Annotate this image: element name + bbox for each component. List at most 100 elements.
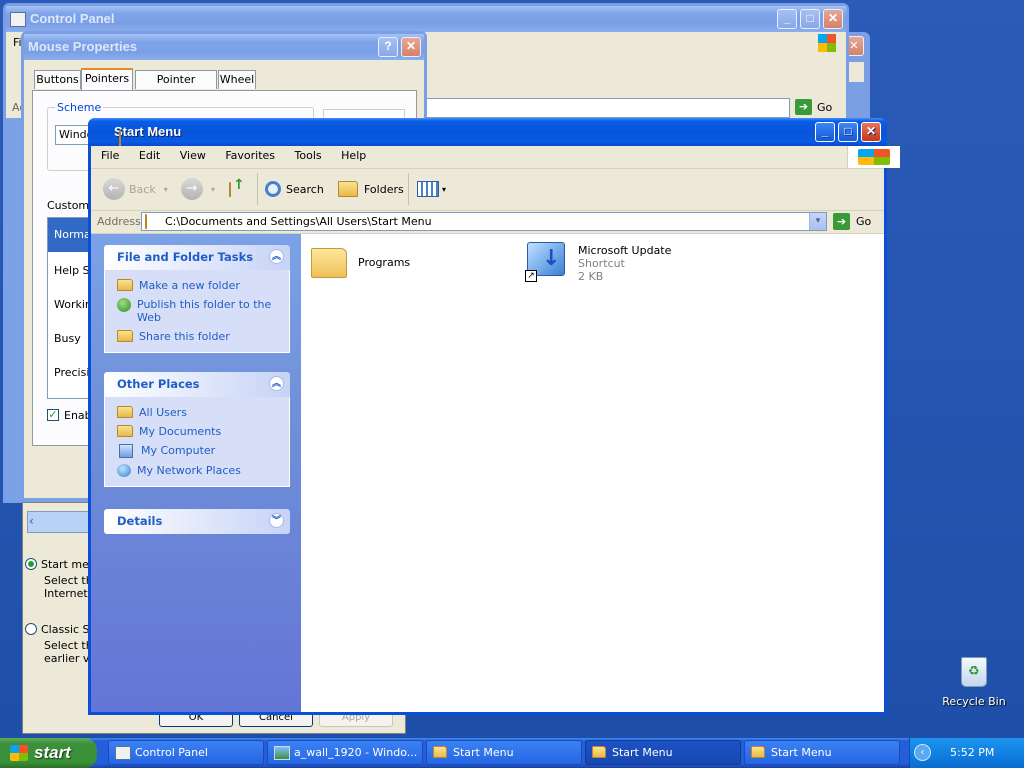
go-label[interactable]: Go <box>817 101 832 114</box>
panel-body: All Users My Documents My Computer My Ne… <box>104 397 290 487</box>
show-hidden-icons-chevron[interactable]: ‹ <box>914 744 931 761</box>
folder-icon <box>145 214 147 229</box>
close-button[interactable]: ✕ <box>861 122 881 142</box>
pointer-item-working[interactable]: Workin <box>54 288 92 322</box>
folder-icon <box>117 406 133 418</box>
toolbar-separator <box>257 173 258 205</box>
close-button[interactable]: ✕ <box>401 37 421 57</box>
minimize-button[interactable]: _ <box>815 122 835 142</box>
mouse-properties-titlebar[interactable]: Mouse Properties ? ✕ <box>24 34 424 60</box>
computer-icon <box>119 444 133 458</box>
panel-header[interactable]: File and Folder Tasks ︽ <box>104 245 290 270</box>
tab-pointer-options[interactable]: Pointer Options <box>135 70 217 104</box>
task-publish-web[interactable]: Publish this folder to the Web <box>117 295 279 327</box>
pointer-item-label: Workin <box>54 298 92 311</box>
task-label: Share this folder <box>139 330 230 343</box>
clock[interactable]: 5:52 PM <box>950 746 994 759</box>
views-icon <box>417 181 439 197</box>
minimize-button[interactable]: _ <box>777 9 797 29</box>
taskbar-button-label: Control Panel <box>135 746 208 759</box>
search-button[interactable]: Search <box>261 174 328 204</box>
tab-pointers[interactable]: Pointers <box>81 68 133 90</box>
place-my-documents[interactable]: My Documents <box>117 422 279 441</box>
menu-view[interactable]: View <box>172 146 214 166</box>
views-button[interactable]: ▾ <box>413 174 450 204</box>
recycle-bin-label: Recycle Bin <box>942 695 1006 708</box>
menu-tools[interactable]: Tools <box>287 146 330 166</box>
taskbar-button-start-menu-3[interactable]: Start Menu <box>744 740 900 765</box>
folder-icon <box>433 746 447 758</box>
folder-icon <box>751 746 765 758</box>
toolbar-separator <box>408 173 409 205</box>
explorer-titlebar[interactable]: Start Menu _ □ ✕ <box>88 118 887 147</box>
maximize-button[interactable]: □ <box>800 9 820 29</box>
file-item-programs[interactable]: Programs <box>309 242 509 284</box>
go-arrow-icon[interactable]: ➔ <box>833 213 850 230</box>
scroll-strip[interactable] <box>27 511 89 533</box>
folder-icon <box>119 130 121 147</box>
menu-help[interactable]: Help <box>333 146 374 166</box>
start-button[interactable]: start <box>0 738 97 768</box>
task-make-new-folder[interactable]: Make a new folder <box>117 276 279 295</box>
back-button[interactable]: ← Back ▾ <box>99 174 172 204</box>
back-arrow-icon: ← <box>103 178 125 200</box>
folder-icon <box>592 746 606 758</box>
file-item-microsoft-update[interactable]: ↓ ↗ Microsoft Update Shortcut 2 KB <box>523 238 743 288</box>
task-share-folder[interactable]: Share this folder <box>117 327 279 346</box>
start-label: start <box>34 743 71 762</box>
panel-header[interactable]: Details ︾ <box>104 509 290 534</box>
folders-icon <box>338 181 358 197</box>
radio-classic[interactable] <box>25 623 37 635</box>
panel-body: Make a new folder Publish this folder to… <box>104 270 290 353</box>
menu-favorites[interactable]: Favorites <box>217 146 283 166</box>
radio-start-menu[interactable] <box>25 558 37 570</box>
taskbar-button-label: Start Menu <box>453 746 514 759</box>
task-label: Make a new folder <box>139 279 240 292</box>
taskbar-button-start-menu-1[interactable]: Start Menu <box>426 740 582 765</box>
address-value: C:\Documents and Settings\All Users\Star… <box>165 215 432 228</box>
taskbar-button-control-panel[interactable]: Control Panel <box>108 740 264 765</box>
maximize-button[interactable]: □ <box>838 122 858 142</box>
taskbar-button-picture-viewer[interactable]: a_wall_1920 - Windo... <box>267 740 423 765</box>
help-button[interactable]: ? <box>378 37 398 57</box>
folders-label: Folders <box>364 182 404 196</box>
up-folder-button[interactable]: ↑ <box>227 177 251 201</box>
go-label[interactable]: Go <box>856 215 871 228</box>
address-input[interactable]: C:\Documents and Settings\All Users\Star… <box>141 212 827 231</box>
new-folder-icon <box>117 279 133 291</box>
menu-edit[interactable]: Edit <box>131 146 168 166</box>
enable-shadow-checkbox[interactable]: ✓ <box>47 409 59 421</box>
expand-chevron-icon[interactable]: ︾ <box>269 513 284 528</box>
search-icon <box>265 181 281 197</box>
menu-file[interactable]: File <box>91 146 127 166</box>
folders-button[interactable]: Folders <box>334 174 408 204</box>
collapse-chevron-icon[interactable]: ︽ <box>269 249 284 264</box>
address-dropdown-button[interactable]: ▾ <box>809 213 826 230</box>
address-input[interactable] <box>426 98 790 118</box>
place-my-network[interactable]: My Network Places <box>117 461 279 480</box>
forward-button[interactable]: → ▾ <box>177 174 219 204</box>
place-label: My Network Places <box>137 464 241 477</box>
recycle-bin-icon: ♻ <box>961 657 987 687</box>
close-button[interactable]: ✕ <box>823 9 843 29</box>
taskbar-button-start-menu-2[interactable]: Start Menu <box>585 740 741 765</box>
scheme-label: Scheme <box>55 101 104 114</box>
tab-wheel[interactable]: Wheel <box>218 70 256 89</box>
control-panel-titlebar[interactable]: Control Panel _ □ ✕ <box>6 6 846 32</box>
tab-buttons[interactable]: Buttons <box>34 70 81 89</box>
go-arrow-icon[interactable]: ➔ <box>795 99 812 115</box>
file-type: Shortcut <box>578 257 625 270</box>
scroll-left-icon[interactable]: ‹ <box>29 514 34 528</box>
recycle-bin-desktop-icon[interactable]: ♻ Recycle Bin <box>938 655 1010 711</box>
search-label: Search <box>286 182 324 196</box>
place-my-computer[interactable]: My Computer <box>117 441 279 461</box>
collapse-chevron-icon[interactable]: ︽ <box>269 376 284 391</box>
windows-logo-icon <box>10 745 28 761</box>
pointer-item-busy[interactable]: Busy <box>54 322 81 356</box>
panel-header[interactable]: Other Places ︽ <box>104 372 290 397</box>
address-label: Address <box>97 215 141 228</box>
task-label: Publish this folder to the Web <box>137 298 272 324</box>
place-all-users[interactable]: All Users <box>117 403 279 422</box>
back-label: Back <box>129 182 156 196</box>
dialog-title: Mouse Properties <box>28 39 138 54</box>
